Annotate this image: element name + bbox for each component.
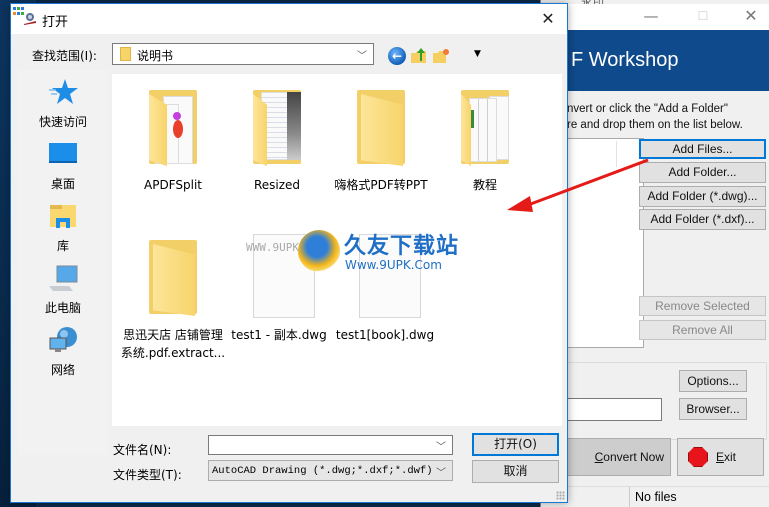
add-files-button[interactable]: Add Files... bbox=[639, 139, 766, 159]
browse-button[interactable]: Browser... bbox=[679, 398, 747, 420]
desktop-icon bbox=[49, 143, 77, 163]
view-dropdown-caret-icon[interactable]: ▼ bbox=[474, 49, 481, 59]
options-button[interactable]: Options... bbox=[679, 370, 747, 392]
look-in-combobox[interactable]: 说明书 ﹀ bbox=[112, 43, 374, 65]
maximize-button[interactable]: ☐ bbox=[683, 4, 723, 30]
folder-item[interactable]: 思迅天店 店铺管理系统.pdf.extract... bbox=[118, 234, 228, 362]
output-folder-input[interactable] bbox=[561, 398, 662, 421]
place-label: 网络 bbox=[50, 363, 75, 377]
status-separator bbox=[629, 487, 630, 507]
file-name-input[interactable]: ﹀ bbox=[208, 435, 453, 455]
dwg-file-icon bbox=[355, 234, 421, 318]
place-label: 此电脑 bbox=[44, 301, 81, 315]
add-folder-dxf-button[interactable]: Add Folder (*.dxf)... bbox=[639, 209, 766, 230]
file-type-select[interactable]: AutoCAD Drawing (*.dwg;*.dxf;*.dwf) ﹀ bbox=[208, 460, 453, 481]
place-this-pc[interactable]: 此电脑 bbox=[18, 264, 108, 316]
instructions-line-1: nvert or click the "Add a Folder" bbox=[567, 103, 728, 115]
library-icon bbox=[50, 205, 76, 228]
resize-grip[interactable] bbox=[556, 491, 565, 500]
look-in-label: 查找范围(I): bbox=[32, 49, 97, 63]
convert-now-button[interactable]: Convert Now bbox=[561, 438, 671, 476]
exit-button[interactable]: Exit bbox=[677, 438, 764, 476]
item-name: APDFSplit bbox=[144, 178, 202, 192]
folder-icon bbox=[143, 234, 203, 318]
folder-item[interactable]: 教程 bbox=[430, 84, 540, 194]
stop-icon bbox=[688, 447, 708, 467]
remove-all-button[interactable]: Remove All bbox=[639, 320, 766, 340]
add-folder-dwg-button[interactable]: Add Folder (*.dwg)... bbox=[639, 186, 766, 207]
up-folder-icon[interactable] bbox=[410, 47, 428, 65]
place-desktop[interactable]: 桌面 bbox=[18, 140, 108, 192]
convert-label: onvert Now bbox=[603, 450, 664, 464]
file-type-value: AutoCAD Drawing (*.dwg;*.dxf;*.dwf) bbox=[212, 465, 433, 477]
file-list-view[interactable]: APDFSplit Resized 嗨格式PDF转PPT 教程 思迅天店 店铺管… bbox=[112, 74, 562, 426]
file-name-label: 文件名(N): bbox=[113, 443, 172, 457]
exit-label: xit bbox=[724, 450, 737, 464]
quick-access-icon bbox=[49, 79, 78, 104]
app-title: F Workshop bbox=[571, 49, 679, 71]
file-item[interactable]: test1[book].dwg bbox=[330, 234, 440, 344]
dialog-titlebar[interactable]: 打开 ✕ bbox=[11, 4, 567, 34]
remove-selected-button[interactable]: Remove Selected bbox=[639, 296, 766, 316]
network-icon bbox=[49, 327, 77, 352]
new-folder-icon[interactable] bbox=[432, 47, 450, 65]
folder-icon bbox=[120, 47, 131, 61]
folder-icon bbox=[143, 84, 203, 168]
place-network[interactable]: 网络 bbox=[18, 326, 108, 378]
place-library[interactable]: 库 bbox=[18, 202, 108, 254]
item-name: Resized bbox=[253, 178, 301, 192]
folder-item[interactable]: APDFSplit bbox=[118, 84, 228, 194]
instructions-line-2: re and drop them on the list below. bbox=[567, 119, 743, 131]
exit-accel: E bbox=[716, 450, 725, 464]
folder-icon bbox=[455, 84, 515, 168]
item-name: 嗨格式PDF转PPT bbox=[334, 178, 428, 192]
minimize-button[interactable]: — bbox=[631, 4, 671, 30]
status-text: No files bbox=[635, 490, 677, 504]
back-icon[interactable]: ← bbox=[388, 47, 406, 65]
places-bar: 快速访问 桌面 库 此电脑 网络 bbox=[18, 70, 108, 455]
close-button[interactable]: ✕ bbox=[731, 4, 769, 30]
instructions-text: nvert or click the "Add a Folder" re and… bbox=[567, 101, 743, 133]
item-name: test1[book].dwg bbox=[335, 328, 435, 342]
item-name: 思迅天店 店铺管理系统.pdf.extract... bbox=[120, 328, 226, 360]
app-banner: F Workshop bbox=[541, 30, 769, 91]
dialog-close-button[interactable]: ✕ bbox=[533, 7, 563, 31]
item-name: test1 - 副本.dwg bbox=[231, 328, 327, 342]
add-folder-button[interactable]: Add Folder... bbox=[639, 162, 766, 183]
place-quick-access[interactable]: 快速访问 bbox=[18, 78, 108, 130]
place-label: 桌面 bbox=[50, 177, 75, 191]
watermark-url: WWW.9UPK.COM bbox=[246, 241, 326, 254]
place-label: 快速访问 bbox=[38, 115, 87, 129]
open-button[interactable]: 打开(O) bbox=[472, 433, 559, 456]
folder-item[interactable]: 嗨格式PDF转PPT bbox=[326, 84, 436, 194]
folder-icon bbox=[247, 84, 307, 168]
look-in-value: 说明书 bbox=[137, 49, 174, 63]
cancel-button[interactable]: 取消 bbox=[472, 460, 559, 483]
main-titlebar: — ☐ ✕ bbox=[541, 4, 769, 30]
file-type-label: 文件类型(T): bbox=[113, 468, 182, 482]
main-app-window: 水印 — ☐ ✕ F Workshop nvert or click the "… bbox=[540, 0, 769, 507]
folder-item[interactable]: Resized bbox=[222, 84, 332, 194]
dialog-title: 打开 bbox=[42, 15, 69, 30]
this-pc-icon bbox=[49, 265, 78, 291]
app-icon bbox=[24, 13, 36, 25]
convert-accel: C bbox=[594, 450, 604, 464]
folder-icon bbox=[351, 84, 411, 168]
place-label: 库 bbox=[56, 239, 69, 253]
item-name: 教程 bbox=[472, 178, 497, 192]
status-bar: No files bbox=[541, 486, 769, 507]
chevron-down-icon[interactable]: ﹀ bbox=[436, 438, 446, 453]
column-separator[interactable] bbox=[616, 141, 617, 167]
chevron-down-icon[interactable]: ﹀ bbox=[357, 47, 367, 62]
chevron-down-icon[interactable]: ﹀ bbox=[436, 464, 446, 479]
